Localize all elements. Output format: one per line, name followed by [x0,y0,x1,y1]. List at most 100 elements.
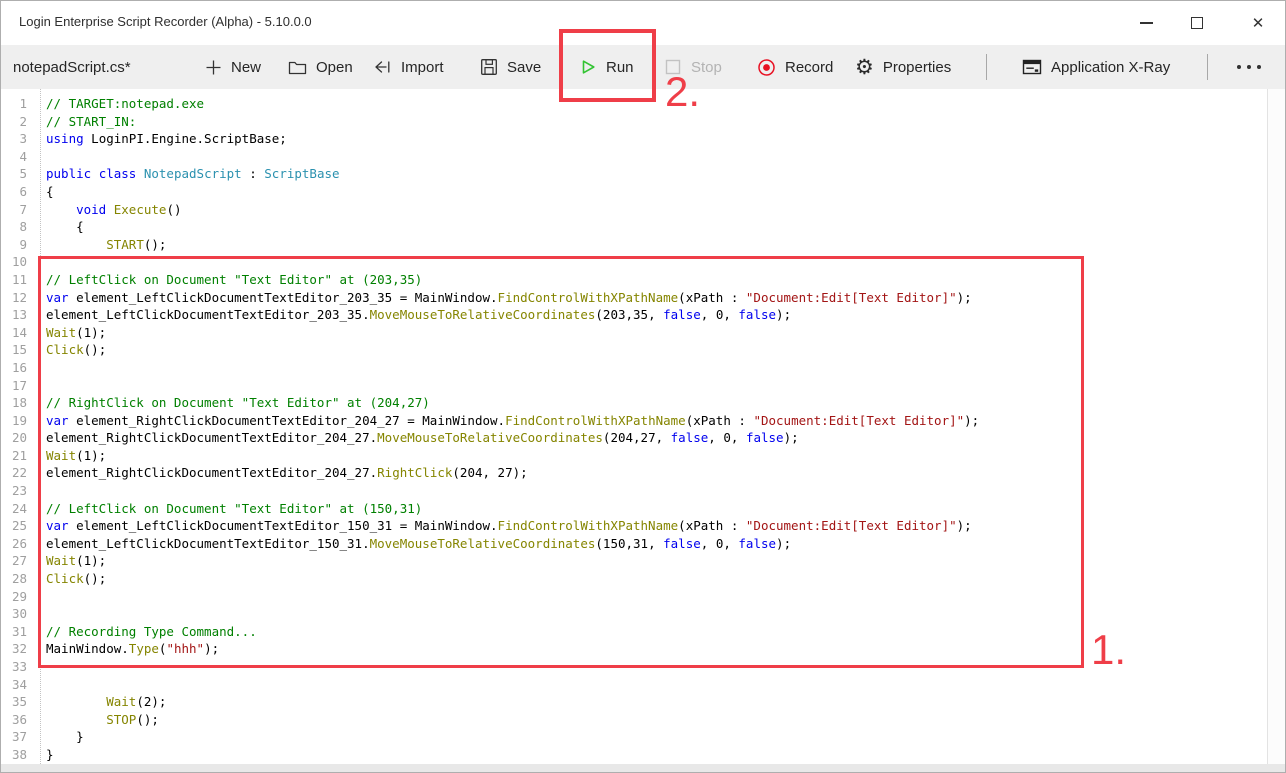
code-line: 11// LeftClick on Document "Text Editor"… [2,271,1286,289]
editor-scrollbar[interactable] [1267,89,1285,764]
open-button[interactable]: Open [288,45,353,89]
code-text: // Recording Type Command... [46,623,257,641]
plus-icon [205,59,222,76]
code-line: 17 [2,377,1286,395]
line-number: 34 [2,676,27,694]
code-editor[interactable]: 1// TARGET:notepad.exe2// START_IN:3usin… [2,89,1286,764]
code-text: STOP(); [46,711,159,729]
code-text: } [46,728,84,746]
line-number: 6 [2,183,27,201]
code-text [46,658,54,676]
line-number: 11 [2,271,27,289]
line-number: 30 [2,605,27,623]
code-text [46,359,54,377]
folder-icon [288,59,307,76]
code-text: element_RightClickDocumentTextEditor_204… [46,464,528,482]
line-number: 2 [2,113,27,131]
line-number: 15 [2,341,27,359]
code-line: 2 // START_IN: [2,113,1286,131]
maximize-icon [1191,17,1203,29]
line-number: 8 [2,218,27,236]
line-number: 10 [2,253,27,271]
more-options-button[interactable] [1237,45,1261,89]
stop-button[interactable]: Stop [664,45,722,89]
line-number: 37 [2,728,27,746]
code-lines: 1// TARGET:notepad.exe2// START_IN:3usin… [2,95,1286,764]
line-number: 20 [2,429,27,447]
code-text: } [46,746,54,764]
save-button[interactable]: Save [480,45,541,89]
record-label: Record [785,59,833,76]
open-label: Open [316,59,353,76]
window-title: Login Enterprise Script Recorder (Alpha)… [19,14,312,29]
line-number: 35 [2,693,27,711]
floppy-icon [480,58,498,76]
application-xray-label: Application X-Ray [1051,59,1170,76]
line-number: 23 [2,482,27,500]
line-number: 33 [2,658,27,676]
code-line: 21Wait(1); [2,447,1286,465]
code-text: element_LeftClickDocumentTextEditor_150_… [46,535,791,553]
stop-square-icon [664,58,682,76]
code-line: 6{ [2,183,1286,201]
code-text [46,482,54,500]
line-number: 24 [2,500,27,518]
code-text: { [46,218,84,236]
code-line: 7 void Execute() [2,201,1286,219]
code-text: var element_RightClickDocumentTextEditor… [46,412,979,430]
code-text: // LeftClick on Document "Text Editor" a… [46,500,422,518]
close-button[interactable]: ✕ [1235,1,1281,45]
code-line: 18 // RightClick on Document "Text Editor… [2,394,1286,412]
code-text: var element_LeftClickDocumentTextEditor_… [46,517,972,535]
code-text: void Execute() [46,201,182,219]
import-label: Import [401,59,444,76]
import-arrow-icon [373,58,392,76]
code-line: 33 [2,658,1286,676]
code-line: 27Wait(1); [2,552,1286,570]
code-line: 19var element_RightClickDocumentTextEdit… [2,412,1286,430]
line-number: 7 [2,201,27,219]
line-number: 13 [2,306,27,324]
minimize-icon [1140,22,1153,24]
code-text: Wait(1); [46,552,106,570]
line-number: 22 [2,464,27,482]
code-text: public class NotepadScript : ScriptBase [46,165,340,183]
new-label: New [231,59,261,76]
line-number: 18 [2,394,27,412]
application-xray-button[interactable]: Application X-Ray [1022,45,1170,89]
run-button[interactable]: Run [580,45,634,89]
import-button[interactable]: Import [373,45,444,89]
code-line: 26element_LeftClickDocumentTextEditor_15… [2,535,1286,553]
code-text: element_LeftClickDocumentTextEditor_203_… [46,306,791,324]
code-text: Click(); [46,570,106,588]
code-line: 20element_RightClickDocumentTextEditor_2… [2,429,1286,447]
gear-icon: ⚙ [855,57,874,78]
code-text [46,588,54,606]
properties-button[interactable]: ⚙ Properties [855,45,951,89]
line-number: 12 [2,289,27,307]
maximize-button[interactable] [1174,1,1220,45]
new-button[interactable]: New [205,45,261,89]
code-text: // RightClick on Document "Text Editor" … [46,394,430,412]
code-line: 28Click(); [2,570,1286,588]
line-number: 31 [2,623,27,641]
code-line: 37 } [2,728,1286,746]
line-number: 25 [2,517,27,535]
record-button[interactable]: Record [757,45,833,89]
code-line: 15Click(); [2,341,1286,359]
code-text [46,253,54,271]
code-line: 31 // Recording Type Command... [2,623,1286,641]
code-text: { [46,183,54,201]
code-line: 3using LoginPI.Engine.ScriptBase; [2,130,1286,148]
code-line: 5public class NotepadScript : ScriptBase [2,165,1286,183]
code-line: 25 var element_LeftClickDocumentTextEdito… [2,517,1286,535]
code-text [46,605,54,623]
play-icon [580,58,597,76]
line-number: 4 [2,148,27,166]
app-window-icon [1022,58,1042,76]
code-text: // START_IN: [46,113,136,131]
code-line: 32MainWindow.Type("hhh"); [2,640,1286,658]
run-label: Run [606,59,634,76]
minimize-button[interactable] [1123,1,1169,45]
code-line: 12var element_LeftClickDocumentTextEdito… [2,289,1286,307]
